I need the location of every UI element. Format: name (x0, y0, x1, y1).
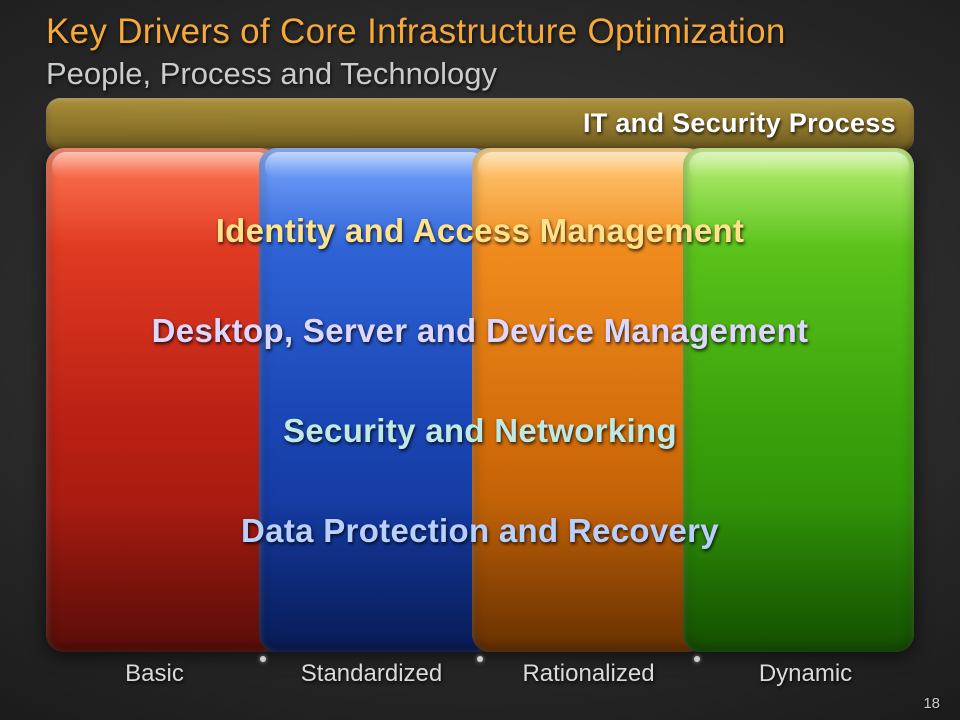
maturity-spectrum (46, 148, 914, 652)
stage-standardized: Standardized (263, 660, 480, 700)
stage-standardized-label: Standardized (301, 660, 442, 687)
stage-basic: Basic (46, 660, 263, 700)
slide-subtitle: People, Process and Technology (46, 56, 497, 92)
stage-basic-label: Basic (125, 660, 184, 687)
page-number: 18 (923, 695, 940, 712)
stage-rationalized: Rationalized (480, 660, 697, 700)
stage-labels: Basic Standardized Rationalized Dynamic (46, 660, 914, 700)
stage-pill-rationalized (472, 148, 704, 652)
slide-title: Key Drivers of Core Infrastructure Optim… (46, 12, 786, 52)
stage-dynamic-label: Dynamic (759, 660, 852, 687)
slide: Key Drivers of Core Infrastructure Optim… (0, 0, 960, 720)
stage-pill-basic (46, 148, 278, 652)
stage-pill-dynamic (683, 148, 914, 652)
stage-pill-standardized (259, 148, 491, 652)
header-band (46, 98, 914, 152)
stage-dynamic: Dynamic (697, 660, 914, 700)
stage-rationalized-label: Rationalized (522, 660, 654, 687)
